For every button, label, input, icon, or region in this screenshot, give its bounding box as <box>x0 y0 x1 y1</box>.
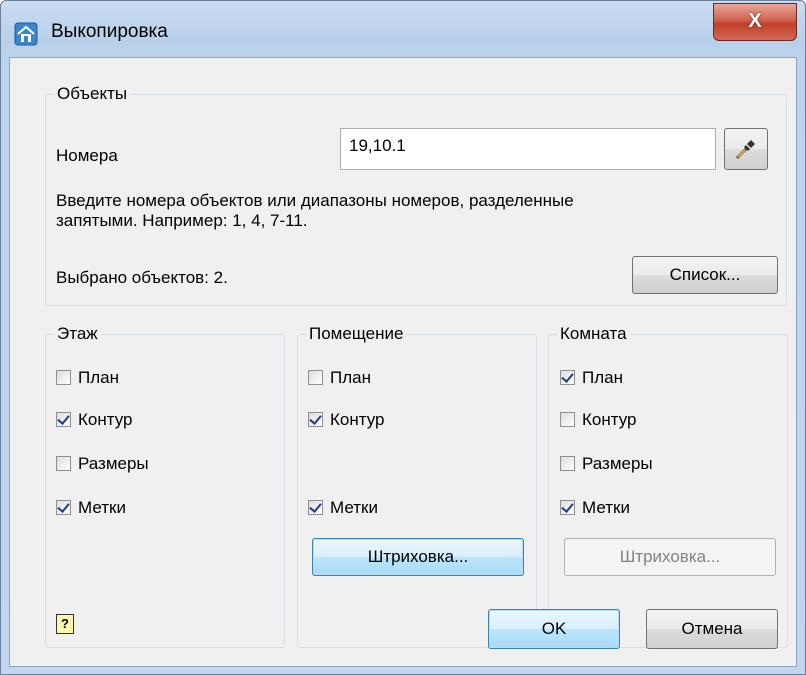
cancel-button[interactable]: Отмена <box>646 609 778 649</box>
premises-legend: Помещение <box>306 323 407 345</box>
numbers-input[interactable]: 19,10.1 <box>340 128 716 170</box>
checkbox-label: Контур <box>78 410 133 429</box>
checkbox-box[interactable] <box>308 412 323 427</box>
objects-legend: Объекты <box>54 83 131 105</box>
dialog-body: Объекты Номера 19,10.1 Введите номера об… <box>9 57 797 667</box>
premises-marks-checkbox[interactable]: Метки <box>308 497 508 519</box>
close-button[interactable]: X <box>713 3 797 41</box>
checkbox-box[interactable] <box>56 412 71 427</box>
floor-legend: Этаж <box>54 323 101 345</box>
checkbox-label: Метки <box>330 498 378 517</box>
room-legend: Комната <box>557 323 630 345</box>
floor-contour-checkbox[interactable]: Контур <box>56 409 256 431</box>
checkbox-box[interactable] <box>56 370 71 385</box>
numbers-label: Номера <box>56 146 118 165</box>
checkbox-box[interactable] <box>308 370 323 385</box>
premises-hatch-button[interactable]: Штриховка... <box>312 538 524 576</box>
help-icon[interactable]: ? <box>56 614 74 634</box>
room-marks-checkbox[interactable]: Метки <box>560 497 760 519</box>
premises-plan-checkbox[interactable]: План <box>308 367 508 389</box>
checkbox-label: Размеры <box>78 454 149 473</box>
checkbox-label: План <box>582 368 623 387</box>
checkbox-label: Контур <box>582 410 637 429</box>
eyedropper-icon <box>735 140 755 160</box>
checkbox-label: План <box>78 368 119 387</box>
floor-plan-checkbox[interactable]: План <box>56 367 256 389</box>
checkbox-label: Метки <box>582 498 630 517</box>
checkbox-label: План <box>330 368 371 387</box>
checkbox-box[interactable] <box>560 412 575 427</box>
selected-count: Выбрано объектов: 2. <box>56 268 228 287</box>
checkbox-label: Контур <box>330 410 385 429</box>
hint-line-1: Введите номера объектов или диапазоны но… <box>56 191 574 210</box>
floor-marks-checkbox[interactable]: Метки <box>56 497 256 519</box>
list-button[interactable]: Список... <box>632 256 778 294</box>
checkbox-label: Метки <box>78 498 126 517</box>
room-plan-checkbox[interactable]: План <box>560 367 760 389</box>
checkbox-box[interactable] <box>56 500 71 515</box>
hint-line-2: запятыми. Например: 1, 4, 7-11. <box>56 211 308 230</box>
checkbox-box[interactable] <box>560 456 575 471</box>
pick-objects-button[interactable] <box>724 128 768 170</box>
premises-contour-checkbox[interactable]: Контур <box>308 409 508 431</box>
title-bar[interactable]: Выкопировка X <box>1 1 805 57</box>
checkbox-label: Размеры <box>582 454 653 473</box>
house-icon <box>14 22 38 46</box>
dialog-window: Выкопировка X Объекты Номера 19,10.1 Вве… <box>0 0 806 675</box>
room-hatch-button[interactable]: Штриховка... <box>564 538 776 576</box>
ok-button[interactable]: OK <box>488 609 620 649</box>
room-contour-checkbox[interactable]: Контур <box>560 409 760 431</box>
room-dimensions-checkbox[interactable]: Размеры <box>560 453 760 475</box>
window-title: Выкопировка <box>51 21 168 42</box>
checkbox-box[interactable] <box>560 500 575 515</box>
floor-dimensions-checkbox[interactable]: Размеры <box>56 453 256 475</box>
checkbox-box[interactable] <box>308 500 323 515</box>
checkbox-box[interactable] <box>560 370 575 385</box>
checkbox-box[interactable] <box>56 456 71 471</box>
